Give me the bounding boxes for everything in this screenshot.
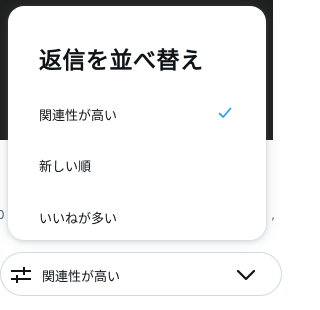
sort-option-newest[interactable]: 新しい順: [8, 140, 266, 190]
sort-dropdown-button[interactable]: 関連性が高い: [0, 252, 282, 296]
sort-option-most-liked[interactable]: いいねが多い: [8, 192, 266, 240]
check-icon: [218, 107, 232, 118]
sort-replies-popup: 返信を並べ替え 関連性が高い 新しい順 いいねが多い: [8, 6, 266, 240]
sort-option-label: いいねが多い: [39, 211, 118, 227]
sort-dropdown-label: 関連性が高い: [42, 270, 121, 285]
chevron-down-icon: [236, 269, 256, 281]
sort-option-label: 関連性が高い: [39, 108, 118, 124]
sort-option-label: 新しい順: [39, 159, 92, 175]
background-edge-text: ,: [271, 208, 275, 222]
sort-option-relevant[interactable]: 関連性が高い: [8, 89, 266, 139]
popup-title: 返信を並べ替え: [39, 48, 204, 74]
sliders-icon: [11, 267, 31, 283]
background-edge-text: 0: [0, 208, 5, 222]
